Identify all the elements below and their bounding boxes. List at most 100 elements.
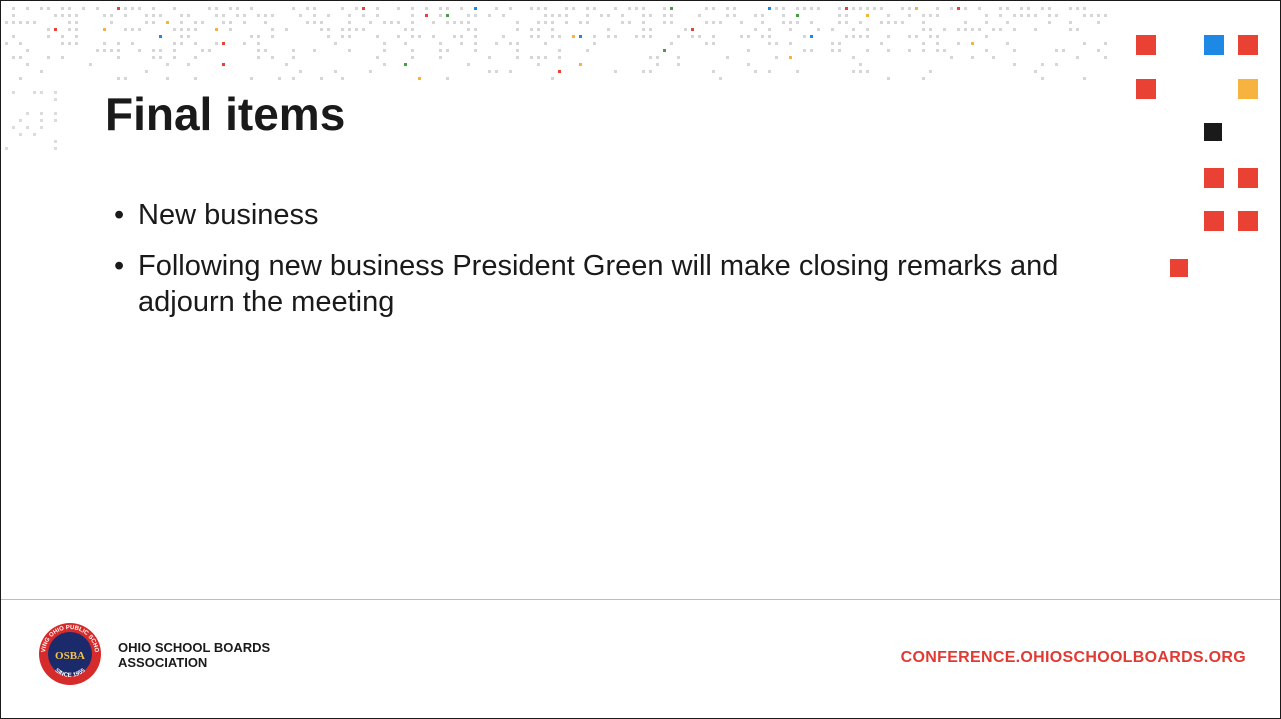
pattern-dot bbox=[894, 21, 897, 24]
pattern-dot bbox=[5, 42, 8, 45]
pattern-dot bbox=[61, 14, 64, 17]
pattern-dot bbox=[509, 70, 512, 73]
pattern-dot bbox=[950, 7, 953, 10]
pattern-dot bbox=[551, 21, 554, 24]
pattern-dot bbox=[152, 56, 155, 59]
pattern-dot bbox=[579, 63, 582, 66]
conference-url[interactable]: CONFERENCE.OHIOSCHOOLBOARDS.ORG bbox=[901, 649, 1246, 667]
pattern-dot bbox=[439, 7, 442, 10]
pattern-dot bbox=[593, 35, 596, 38]
pattern-dot bbox=[138, 49, 141, 52]
pattern-dot bbox=[187, 63, 190, 66]
pattern-dot bbox=[831, 42, 834, 45]
pattern-dot bbox=[614, 70, 617, 73]
slide-title: Final items bbox=[105, 88, 346, 140]
pattern-dot bbox=[474, 42, 477, 45]
pattern-dot bbox=[1006, 42, 1009, 45]
pattern-dot bbox=[999, 28, 1002, 31]
pattern-dot bbox=[222, 14, 225, 17]
pattern-dot bbox=[551, 77, 554, 80]
pattern-dot bbox=[446, 77, 449, 80]
pattern-dot bbox=[1076, 56, 1079, 59]
pattern-dot bbox=[747, 49, 750, 52]
pattern-dot bbox=[1069, 21, 1072, 24]
pattern-dot bbox=[138, 7, 141, 10]
pattern-dot bbox=[642, 7, 645, 10]
pattern-dot bbox=[320, 77, 323, 80]
pattern-dot bbox=[145, 21, 148, 24]
pattern-dot bbox=[558, 70, 561, 73]
pattern-dot bbox=[782, 21, 785, 24]
pattern-dot bbox=[978, 7, 981, 10]
pattern-dot bbox=[999, 7, 1002, 10]
pattern-dot bbox=[768, 42, 771, 45]
pattern-dot bbox=[47, 56, 50, 59]
pattern-dot bbox=[908, 49, 911, 52]
pattern-dot bbox=[1069, 28, 1072, 31]
pattern-dot bbox=[957, 42, 960, 45]
pattern-dot bbox=[320, 21, 323, 24]
pattern-dot bbox=[845, 35, 848, 38]
square-yellow bbox=[1238, 79, 1258, 99]
pattern-dot bbox=[558, 49, 561, 52]
pattern-dot bbox=[495, 7, 498, 10]
side-squares-decoration bbox=[1136, 35, 1258, 277]
pattern-dot bbox=[103, 14, 106, 17]
pattern-dot bbox=[411, 28, 414, 31]
pattern-dot bbox=[474, 49, 477, 52]
pattern-dot bbox=[782, 14, 785, 17]
pattern-dot bbox=[152, 49, 155, 52]
pattern-dot bbox=[194, 28, 197, 31]
pattern-dot bbox=[880, 7, 883, 10]
pattern-dot bbox=[544, 14, 547, 17]
pattern-dot bbox=[705, 21, 708, 24]
pattern-dot bbox=[817, 7, 820, 10]
pattern-dot bbox=[124, 28, 127, 31]
pattern-dot bbox=[712, 35, 715, 38]
pattern-dot bbox=[474, 35, 477, 38]
pattern-dot bbox=[215, 28, 218, 31]
pattern-dot bbox=[61, 7, 64, 10]
pattern-dot bbox=[89, 63, 92, 66]
pattern-dot bbox=[929, 35, 932, 38]
pattern-dot bbox=[131, 42, 134, 45]
pattern-dot bbox=[866, 49, 869, 52]
pattern-dot bbox=[677, 35, 680, 38]
pattern-dot bbox=[887, 35, 890, 38]
pattern-dot bbox=[1048, 14, 1051, 17]
pattern-dot bbox=[327, 35, 330, 38]
pattern-dot bbox=[117, 42, 120, 45]
pattern-dot bbox=[845, 7, 848, 10]
pattern-dot bbox=[1076, 28, 1079, 31]
pattern-dot bbox=[866, 28, 869, 31]
pattern-dot bbox=[131, 7, 134, 10]
pattern-dot bbox=[376, 14, 379, 17]
pattern-dot bbox=[866, 70, 869, 73]
pattern-dot bbox=[173, 49, 176, 52]
square-red bbox=[1204, 211, 1224, 231]
pattern-dot bbox=[453, 21, 456, 24]
pattern-dot bbox=[152, 21, 155, 24]
pattern-dot bbox=[348, 28, 351, 31]
pattern-dot bbox=[201, 49, 204, 52]
osba-logo: SERVING OHIO PUBLIC SCHOOLS SINCE 1955 O… bbox=[37, 614, 101, 685]
pattern-dot bbox=[376, 35, 379, 38]
pattern-dot bbox=[75, 28, 78, 31]
pattern-dot bbox=[124, 14, 127, 17]
pattern-dot bbox=[453, 35, 456, 38]
pattern-dot bbox=[922, 42, 925, 45]
pattern-dot bbox=[341, 7, 344, 10]
pattern-dot bbox=[411, 14, 414, 17]
pattern-dot bbox=[1097, 21, 1100, 24]
pattern-dot bbox=[467, 21, 470, 24]
pattern-dot bbox=[96, 49, 99, 52]
pattern-dot bbox=[978, 28, 981, 31]
pattern-dot bbox=[54, 147, 57, 150]
pattern-dot bbox=[957, 7, 960, 10]
pattern-dot bbox=[180, 21, 183, 24]
pattern-dot bbox=[740, 35, 743, 38]
pattern-dot bbox=[852, 70, 855, 73]
pattern-dot bbox=[19, 77, 22, 80]
pattern-dot bbox=[40, 70, 43, 73]
pattern-dot bbox=[215, 42, 218, 45]
